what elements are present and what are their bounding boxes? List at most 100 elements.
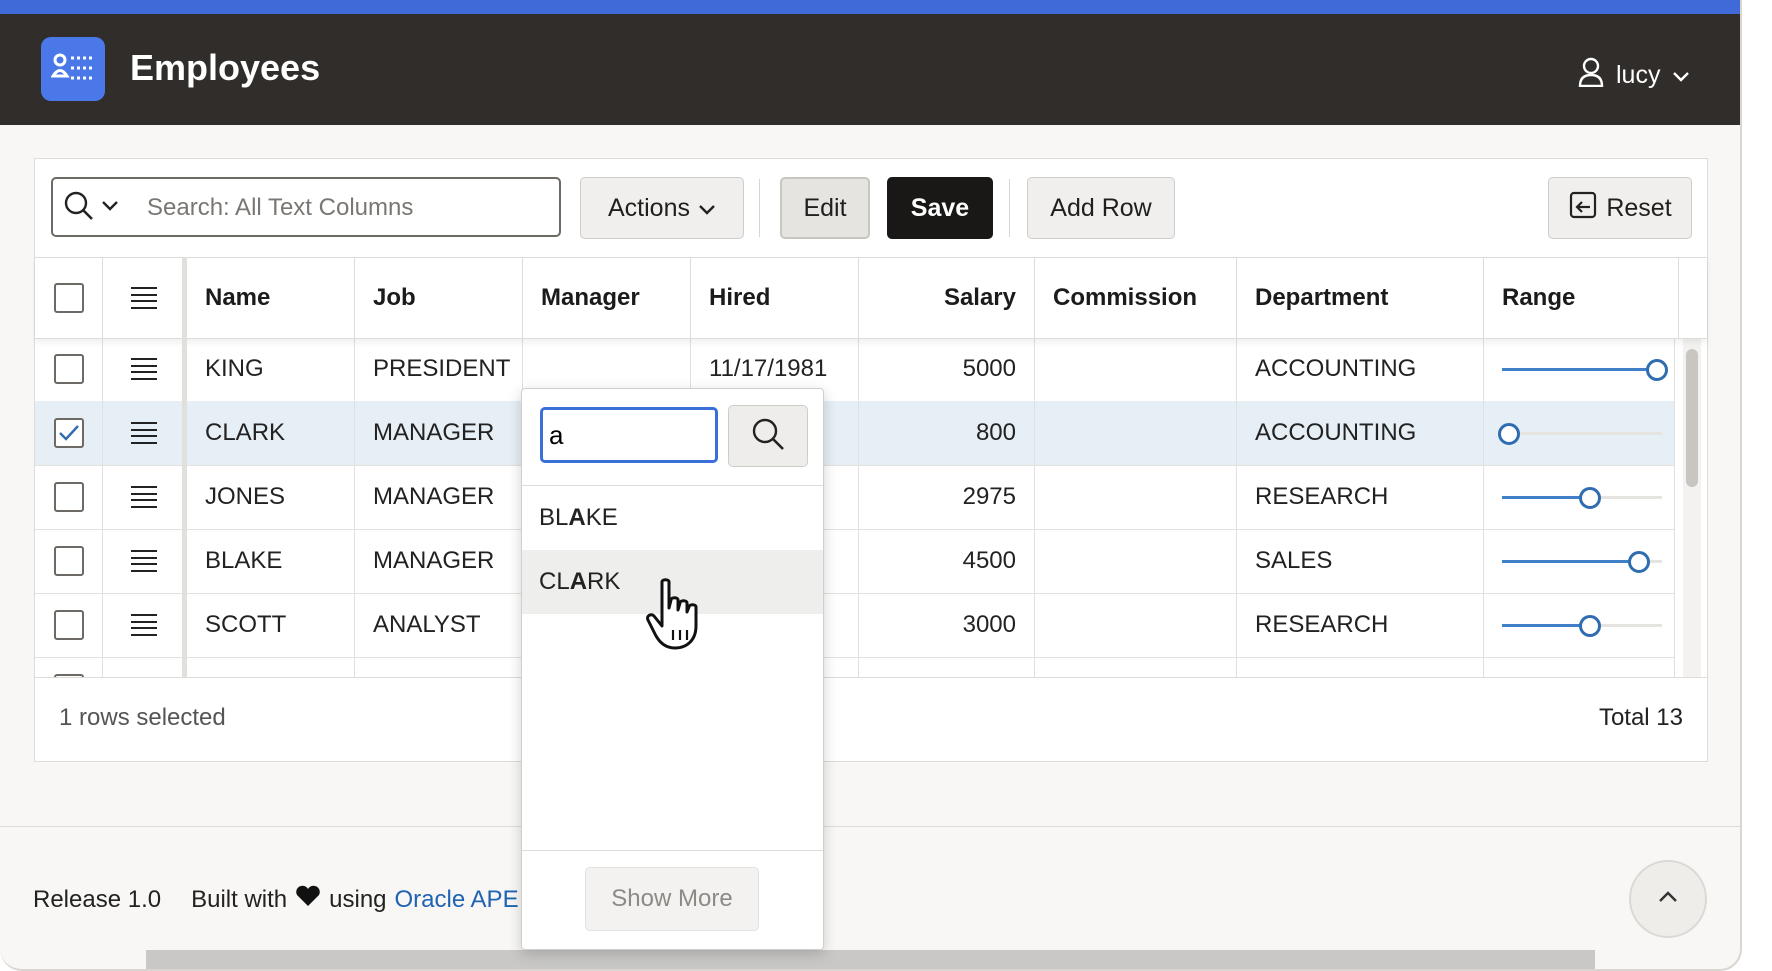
cell-commission[interactable] [1035, 657, 1237, 677]
row-actions-menu-icon[interactable] [130, 486, 157, 508]
cell-salary[interactable]: 5000 [859, 337, 1035, 401]
cell-department[interactable]: RESEARCH [1237, 465, 1484, 529]
cell-salary[interactable]: 3000 [859, 593, 1035, 657]
cell-department[interactable]: RESEARCH [1237, 593, 1484, 657]
reset-button[interactable]: Reset [1548, 177, 1692, 239]
cell-commission[interactable] [1035, 401, 1237, 465]
cell-range [1484, 401, 1675, 465]
range-slider[interactable] [1502, 615, 1662, 637]
row-select-cell [35, 401, 103, 465]
cell-range [1484, 657, 1675, 677]
table-row[interactable]: SCOTT ANALYST 3000 RESEARCH [35, 593, 1675, 658]
cell-job[interactable]: MANAGER [355, 465, 523, 529]
column-header-label: Job [373, 284, 416, 311]
menu-icon[interactable] [130, 287, 157, 309]
column-header-label: Department [1255, 284, 1389, 311]
cell-job[interactable]: PRESIDENT [355, 337, 523, 401]
lov-search-button[interactable] [728, 405, 808, 467]
range-slider[interactable] [1502, 487, 1662, 509]
release-label: Release 1.0 [33, 885, 162, 913]
edit-button[interactable]: Edit [780, 177, 870, 239]
search-input[interactable] [145, 187, 549, 229]
row-actions-menu-icon[interactable] [130, 358, 157, 380]
lov-option[interactable]: BL A KE [522, 486, 823, 550]
cell-department[interactable]: ACCOUNTING [1237, 337, 1484, 401]
table-row[interactable]: KING PRESIDENT 11/17/1981 5000 ACCOUNTING [35, 337, 1675, 402]
cell-salary[interactable]: 3000 [859, 657, 1035, 677]
cell-commission[interactable] [1035, 465, 1237, 529]
cell-name[interactable]: SCOTT [187, 593, 355, 657]
row-menu-cell [103, 337, 185, 401]
cell-range [1484, 337, 1675, 401]
row-checkbox[interactable] [53, 546, 84, 576]
cell-job[interactable]: MANAGER [355, 529, 523, 593]
row-checkbox[interactable] [53, 418, 84, 448]
range-slider[interactable] [1502, 359, 1668, 381]
page-divider [0, 826, 1740, 827]
reset-icon [1568, 190, 1598, 227]
bottom-strip [146, 950, 1595, 969]
page-footer: Release 1.0 Built with using Oracle APE [33, 885, 519, 914]
vertical-scrollbar[interactable] [1683, 337, 1701, 677]
add-row-button[interactable]: Add Row [1027, 177, 1175, 239]
row-select-cell [35, 529, 103, 593]
cell-salary[interactable]: 800 [859, 401, 1035, 465]
row-checkbox[interactable] [53, 354, 84, 384]
cell-job[interactable]: ANALYST [355, 593, 523, 657]
lov-option-text-pre: CL [539, 568, 570, 595]
row-actions-menu-icon[interactable] [130, 614, 157, 636]
cell-name[interactable]: JONES [187, 465, 355, 529]
select-all-checkbox[interactable] [53, 283, 84, 313]
cell-commission[interactable] [1035, 593, 1237, 657]
scrollbar-thumb[interactable] [1686, 349, 1698, 487]
accent-bar [0, 0, 1740, 14]
table-row[interactable]: CLARK MANAGER 800 ACCOUNTING [35, 401, 1675, 466]
lov-option-match: A [569, 568, 588, 595]
table-row[interactable]: JONES MANAGER 2975 RESEARCH [35, 465, 1675, 530]
lov-search-input[interactable] [540, 407, 718, 463]
column-header-range[interactable]: Range [1484, 258, 1679, 338]
column-header-job[interactable]: Job [355, 258, 523, 338]
range-slider[interactable] [1502, 551, 1662, 573]
user-menu[interactable]: lucy [1578, 55, 1690, 95]
table-row[interactable]: FORDANALYST 3000 RESEARCH [35, 657, 1675, 677]
table-row[interactable]: BLAKE MANAGER 4500 SALES [35, 529, 1675, 594]
column-header-manager[interactable]: Manager [523, 258, 691, 338]
cell-commission[interactable] [1035, 337, 1237, 401]
cell-job[interactable]: MANAGER [355, 401, 523, 465]
column-header-hired[interactable]: Hired [691, 258, 859, 338]
column-header-salary[interactable]: Salary [859, 258, 1035, 338]
actions-button[interactable]: Actions [580, 177, 744, 239]
scroll-to-top-button[interactable] [1629, 860, 1707, 938]
cell-salary[interactable]: 4500 [859, 529, 1035, 593]
column-header-name[interactable]: Name [187, 258, 355, 338]
row-checkbox[interactable] [53, 610, 84, 640]
row-actions-menu-icon[interactable] [130, 550, 157, 572]
cell-department[interactable]: ACCOUNTING [1237, 401, 1484, 465]
row-menu-cell [103, 593, 185, 657]
cell-name[interactable]: BLAKE [187, 529, 355, 593]
column-header-commission[interactable]: Commission [1035, 258, 1237, 338]
cell-name[interactable]: KING [187, 337, 355, 401]
row-checkbox[interactable] [53, 482, 84, 512]
grid-toolbar: Actions Edit Save Add Row Reset [35, 159, 1707, 257]
total-count: Total 13 [1598, 704, 1683, 731]
cell-commission[interactable] [1035, 529, 1237, 593]
column-header-department[interactable]: Department [1237, 258, 1484, 338]
cell-department[interactable]: SALES [1237, 529, 1484, 593]
search-column-selector[interactable] [63, 189, 137, 227]
cell-salary[interactable]: 2975 [859, 465, 1035, 529]
cell-name[interactable]: FORD [187, 657, 355, 677]
range-slider[interactable] [1498, 423, 1662, 445]
show-more-button[interactable]: Show More [585, 867, 759, 931]
cell-department[interactable]: RESEARCH [1237, 657, 1484, 677]
cell-job[interactable]: ANALYST [355, 657, 523, 677]
save-button[interactable]: Save [887, 177, 993, 239]
toolbar-separator [1009, 179, 1010, 237]
employees-app-icon[interactable] [41, 37, 105, 101]
row-actions-menu-icon[interactable] [130, 422, 157, 444]
oracle-apex-link[interactable]: Oracle APE [395, 886, 519, 914]
cell-name[interactable]: CLARK [187, 401, 355, 465]
row-select-cell [35, 337, 103, 401]
lov-option-match: A [568, 504, 586, 531]
